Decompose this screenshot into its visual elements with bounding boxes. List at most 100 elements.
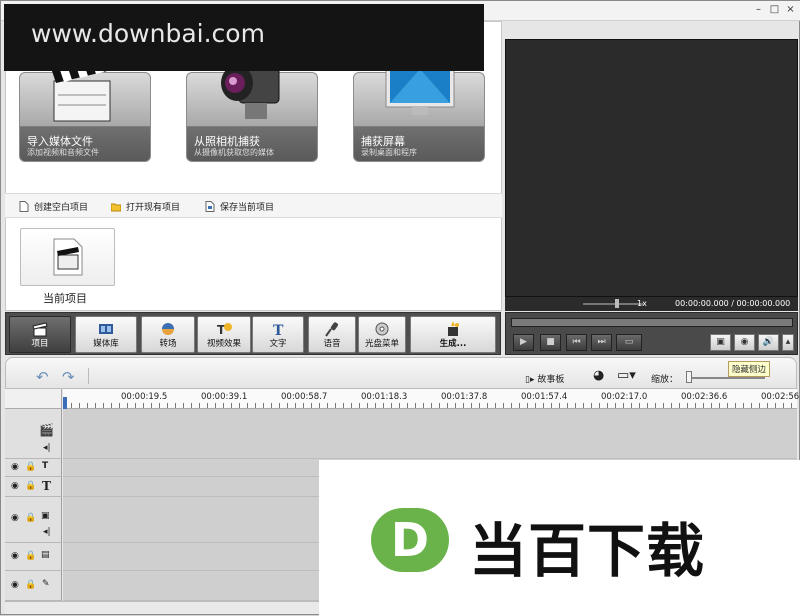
audio-mute-icon[interactable]: ◂| — [43, 443, 51, 453]
main-tab-bar: 项目 媒体库 转场 T 视频效果 T 文字 语音 光盘菜单 生成... — [5, 312, 501, 355]
minimize-icon[interactable]: – — [753, 4, 764, 15]
film-strip-icon — [99, 324, 113, 334]
toolbar-divider — [88, 368, 89, 384]
text-track-icon: T — [42, 479, 51, 493]
lock-icon[interactable]: 🔒 — [25, 462, 36, 472]
video-preview — [505, 39, 798, 297]
banner-logo-icon: D — [371, 508, 449, 572]
microphone-icon: ✎ — [42, 579, 50, 589]
tab-text[interactable]: T 文字 — [252, 316, 304, 353]
stop-icon[interactable]: ■ — [540, 334, 561, 351]
visibility-icon[interactable]: ◉ — [11, 580, 19, 590]
lock-icon[interactable]: 🔒 — [25, 513, 36, 523]
tab-label: 文字 — [269, 339, 287, 349]
undo-icon[interactable]: ↶ — [36, 368, 49, 386]
tab-label: 转场 — [159, 339, 177, 349]
lock-icon[interactable]: 🔒 — [25, 481, 36, 491]
tab-video-effects[interactable]: T 视频效果 — [197, 316, 251, 353]
lock-icon[interactable]: 🔒 — [25, 551, 36, 561]
produce-icon — [448, 321, 459, 336]
previous-frame-icon[interactable]: ⏮ — [566, 334, 587, 351]
new-project-label: 创建空白项目 — [34, 203, 89, 213]
visibility-icon[interactable]: ◉ — [11, 462, 19, 472]
tab-project[interactable]: 项目 — [9, 316, 71, 353]
ruler-tick-label: 00:02:17.0 — [601, 392, 648, 402]
open-project-button[interactable]: 打开现有项目 — [111, 200, 180, 213]
camera-capture-card[interactable]: 从照相机捕获 从摄像机获取您的媒体 — [186, 62, 318, 162]
card-subtitle: 从摄像机获取您的媒体 — [194, 148, 274, 157]
audio-track-header: ◉ 🔒 ▤ — [5, 543, 62, 571]
storyboard-button[interactable]: ▯▸ 故事板 — [525, 372, 564, 385]
tab-label: 生成... — [439, 339, 467, 349]
effects-icon: T — [217, 323, 232, 337]
produce-button[interactable]: 生成... — [410, 316, 496, 353]
save-document-icon — [205, 201, 215, 212]
close-icon[interactable]: × — [785, 4, 796, 15]
tab-label: 视频效果 — [206, 339, 241, 349]
ruler-tick-label: 00:01:37.8 — [441, 392, 488, 402]
lock-icon[interactable]: 🔒 — [25, 580, 36, 590]
new-project-button[interactable]: 创建空白项目 — [19, 200, 88, 213]
monitor-dropdown-icon[interactable]: ▭▾ — [617, 368, 636, 383]
visibility-icon[interactable]: ◉ — [11, 481, 19, 491]
camera-icon[interactable]: ◉ — [734, 334, 755, 351]
fullscreen-icon[interactable]: ▭ — [616, 334, 642, 351]
ruler-ticks — [63, 403, 797, 408]
audio-mute-icon[interactable]: ◂| — [43, 527, 51, 537]
current-project-thumbnail[interactable] — [20, 228, 115, 286]
timeline-toolbar: ↶ ↷ ▯▸ 故事板 ◕ ▭▾ 缩放： — [5, 357, 797, 389]
microphone-icon — [325, 322, 338, 337]
tab-voice[interactable]: 语音 — [308, 316, 356, 353]
audio-track-icon: ▤ — [41, 550, 50, 560]
speed-label: 1x — [637, 299, 647, 308]
speed-slider[interactable] — [583, 303, 643, 305]
ruler-tick-label: 00:02:56. — [761, 392, 800, 402]
svg-text:T: T — [273, 323, 284, 337]
watermark-banner: D 当百下载 — [319, 460, 800, 616]
zoom-slider-thumb[interactable] — [686, 371, 692, 383]
next-frame-icon[interactable]: ⏭ — [591, 334, 612, 351]
banner-text: 当百下载 — [469, 517, 706, 585]
capture-icon[interactable]: ▣ — [710, 334, 731, 351]
video-track-header: 🎬 ◂| — [5, 409, 62, 459]
visibility-icon[interactable]: ◉ — [11, 551, 19, 561]
storyboard-label: 故事板 — [537, 375, 565, 385]
tab-transitions[interactable]: 转场 — [141, 316, 195, 353]
webcam-icon[interactable]: ◕ — [593, 368, 604, 383]
open-project-label: 打开现有项目 — [126, 203, 181, 213]
speed-slider-thumb[interactable] — [615, 299, 619, 308]
visibility-icon[interactable]: ◉ — [11, 513, 19, 523]
ruler-tick-label: 00:01:57.4 — [521, 392, 568, 402]
text-track-header: ◉ 🔒 T — [5, 477, 62, 497]
overlay-track-icon: ▣ — [41, 511, 50, 521]
video-track[interactable] — [63, 409, 797, 459]
volume-icon[interactable]: 🔊 — [758, 334, 779, 351]
playhead-marker[interactable] — [63, 397, 67, 409]
card-subtitle: 录制桌面和程序 — [361, 148, 417, 157]
seek-bar[interactable] — [511, 318, 793, 327]
effects-track-header: ◉ 🔒 T — [5, 459, 62, 477]
ruler-corner — [5, 389, 62, 409]
volume-dropdown-icon[interactable]: ▴ — [782, 334, 794, 351]
play-icon[interactable]: ▶ — [513, 334, 534, 351]
zoom-slider[interactable] — [687, 377, 765, 379]
timeline-ruler[interactable]: 00:00:19.5 00:00:39.1 00:00:58.7 00:01:1… — [63, 389, 800, 409]
project-toolbar: 创建空白项目 打开现有项目 保存当前项目 — [5, 193, 502, 218]
import-media-card[interactable]: 导入媒体文件 添加视频和音频文件 — [19, 57, 151, 162]
current-project-label: 当前项目 — [43, 292, 87, 305]
effects-track-icon: T — [42, 461, 49, 471]
transition-icon — [162, 323, 174, 335]
screen-capture-card[interactable]: 捕获屏幕 录制桌面和程序 — [353, 56, 485, 162]
tab-media-library[interactable]: 媒体库 — [75, 316, 137, 353]
save-project-button[interactable]: 保存当前项目 — [205, 200, 274, 213]
text-icon: T — [273, 323, 284, 337]
video-track-icon: 🎬 — [39, 423, 54, 437]
maximize-icon[interactable]: □ — [769, 4, 780, 15]
tab-label: 语音 — [323, 339, 341, 349]
save-project-label: 保存当前项目 — [220, 203, 275, 213]
tab-disc-menu[interactable]: 光盘菜单 — [358, 316, 406, 353]
zoom-label: 缩放： — [651, 375, 679, 385]
tooltip-hide-sidebar: 隐藏侧边 — [728, 361, 771, 377]
redo-icon[interactable]: ↷ — [62, 368, 75, 386]
blank-document-icon — [19, 201, 29, 212]
